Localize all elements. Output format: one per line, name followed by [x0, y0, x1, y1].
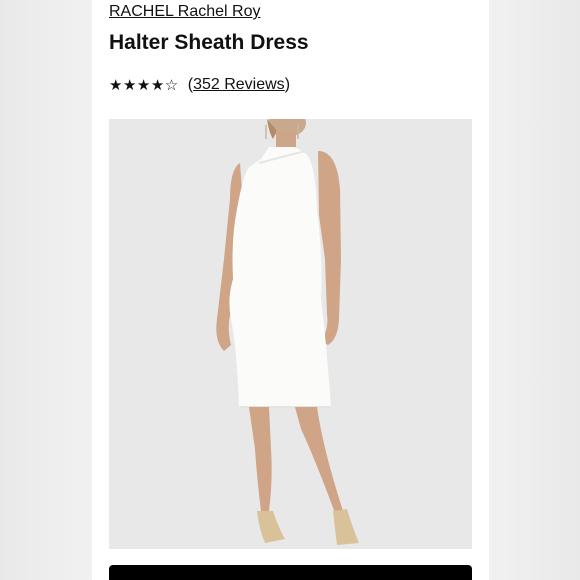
rating-row: ★★★★☆ (352 Reviews): [109, 76, 290, 94]
reviews-close-paren: ): [284, 76, 291, 93]
background-right-margin: [489, 0, 580, 580]
product-photo-illustration: [109, 119, 472, 549]
product-image[interactable]: [109, 119, 472, 549]
brand-link[interactable]: RACHEL Rachel Roy: [109, 3, 260, 21]
reviews-link[interactable]: (352 Reviews): [188, 76, 290, 94]
product-card: RACHEL Rachel Roy Halter Sheath Dress ★★…: [92, 0, 489, 580]
reviews-count: 352 Reviews: [193, 76, 285, 93]
background-left-margin: [0, 0, 92, 580]
product-title: Halter Sheath Dress: [109, 31, 309, 54]
star-rating: ★★★★☆: [109, 76, 179, 94]
add-to-bag-button[interactable]: [109, 565, 472, 580]
